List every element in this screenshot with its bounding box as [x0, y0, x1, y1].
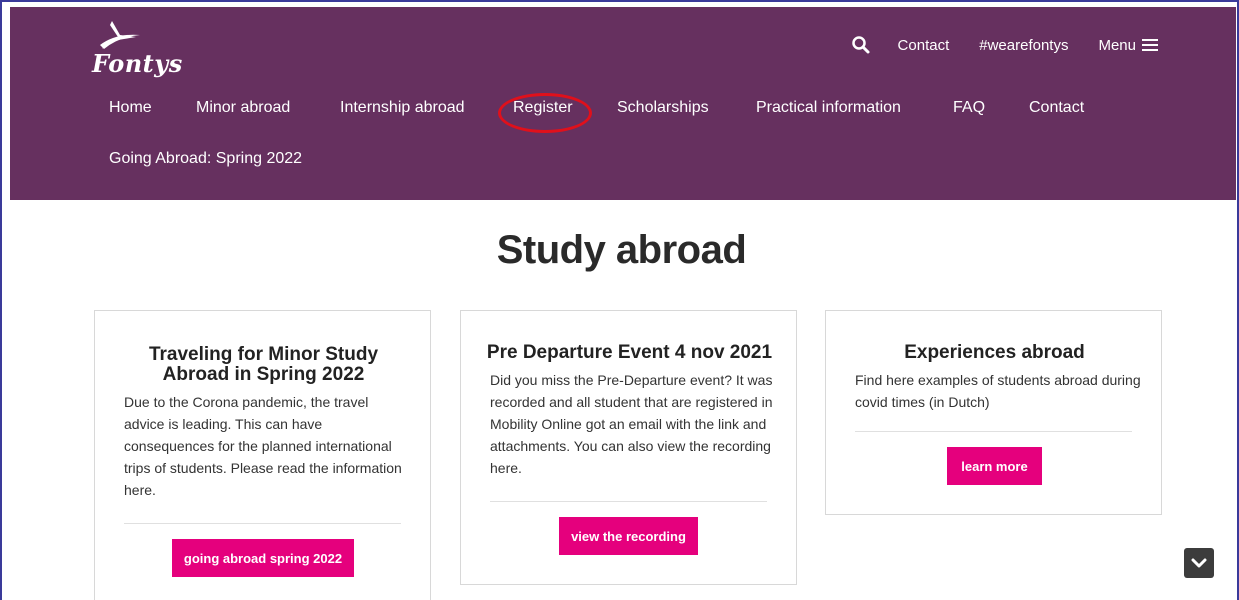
hamburger-icon — [1142, 39, 1158, 51]
register-highlight-ring — [498, 93, 592, 133]
fontys-logo[interactable]: Fontys — [92, 19, 202, 79]
card-divider — [855, 431, 1132, 432]
nav-item-contact[interactable]: Contact — [1029, 99, 1084, 117]
menu-label: Menu — [1098, 36, 1136, 54]
chevron-down-icon — [1191, 558, 1207, 568]
nav-item-practical-information[interactable]: Practical information — [756, 99, 901, 117]
card-divider — [490, 501, 767, 502]
card-travel-minor: Traveling for Minor Study Abroad in Spri… — [94, 310, 431, 600]
card-text: Did you miss the Pre-Departure event? It… — [490, 372, 773, 476]
learn-more-button[interactable]: learn more — [947, 447, 1042, 485]
menu-button[interactable]: Menu — [1098, 37, 1158, 54]
utility-link-wearefontys[interactable]: #wearefontys — [979, 37, 1068, 54]
nav-item-scholarships[interactable]: Scholarships — [617, 99, 709, 117]
logo-wordmark: Fontys — [92, 49, 183, 78]
card-title: Pre Departure Event 4 nov 2021 — [486, 342, 773, 363]
card-text: Due to the Corona pandemic, the travel a… — [124, 394, 402, 498]
nav-item-internship-abroad[interactable]: Internship abroad — [340, 99, 465, 117]
site-header: Fontys Contact #wearefontys Menu Home Mi… — [10, 7, 1236, 200]
card-pre-departure-event: Pre Departure Event 4 nov 2021 Did you m… — [460, 310, 797, 585]
nav-item-home[interactable]: Home — [109, 99, 152, 117]
nav-item-faq[interactable]: FAQ — [953, 99, 985, 117]
nav-item-minor-abroad[interactable]: Minor abroad — [196, 99, 290, 117]
card-title: Experiences abroad — [904, 342, 1085, 363]
view-recording-button[interactable]: view the recording — [559, 517, 698, 555]
going-abroad-spring-2022-button[interactable]: going abroad spring 2022 — [172, 539, 354, 577]
nav-item-going-abroad-spring-2022[interactable]: Going Abroad: Spring 2022 — [109, 150, 302, 168]
card-divider — [124, 523, 401, 524]
search-icon[interactable] — [850, 34, 872, 56]
card-experiences-abroad: Experiences abroad Find here examples of… — [825, 310, 1162, 515]
card-text: Find here examples of students abroad du… — [855, 372, 1141, 410]
utility-nav: Contact #wearefontys Menu — [850, 33, 1236, 57]
card-title: Traveling for Minor Study Abroad in Spri… — [148, 344, 379, 385]
page-title: Study abroad — [496, 228, 747, 272]
scroll-down-button[interactable] — [1184, 548, 1214, 578]
logo-bird-icon — [100, 21, 140, 49]
utility-link-contact[interactable]: Contact — [898, 37, 950, 54]
browser-viewport: Fontys Contact #wearefontys Menu Home Mi… — [0, 0, 1239, 600]
